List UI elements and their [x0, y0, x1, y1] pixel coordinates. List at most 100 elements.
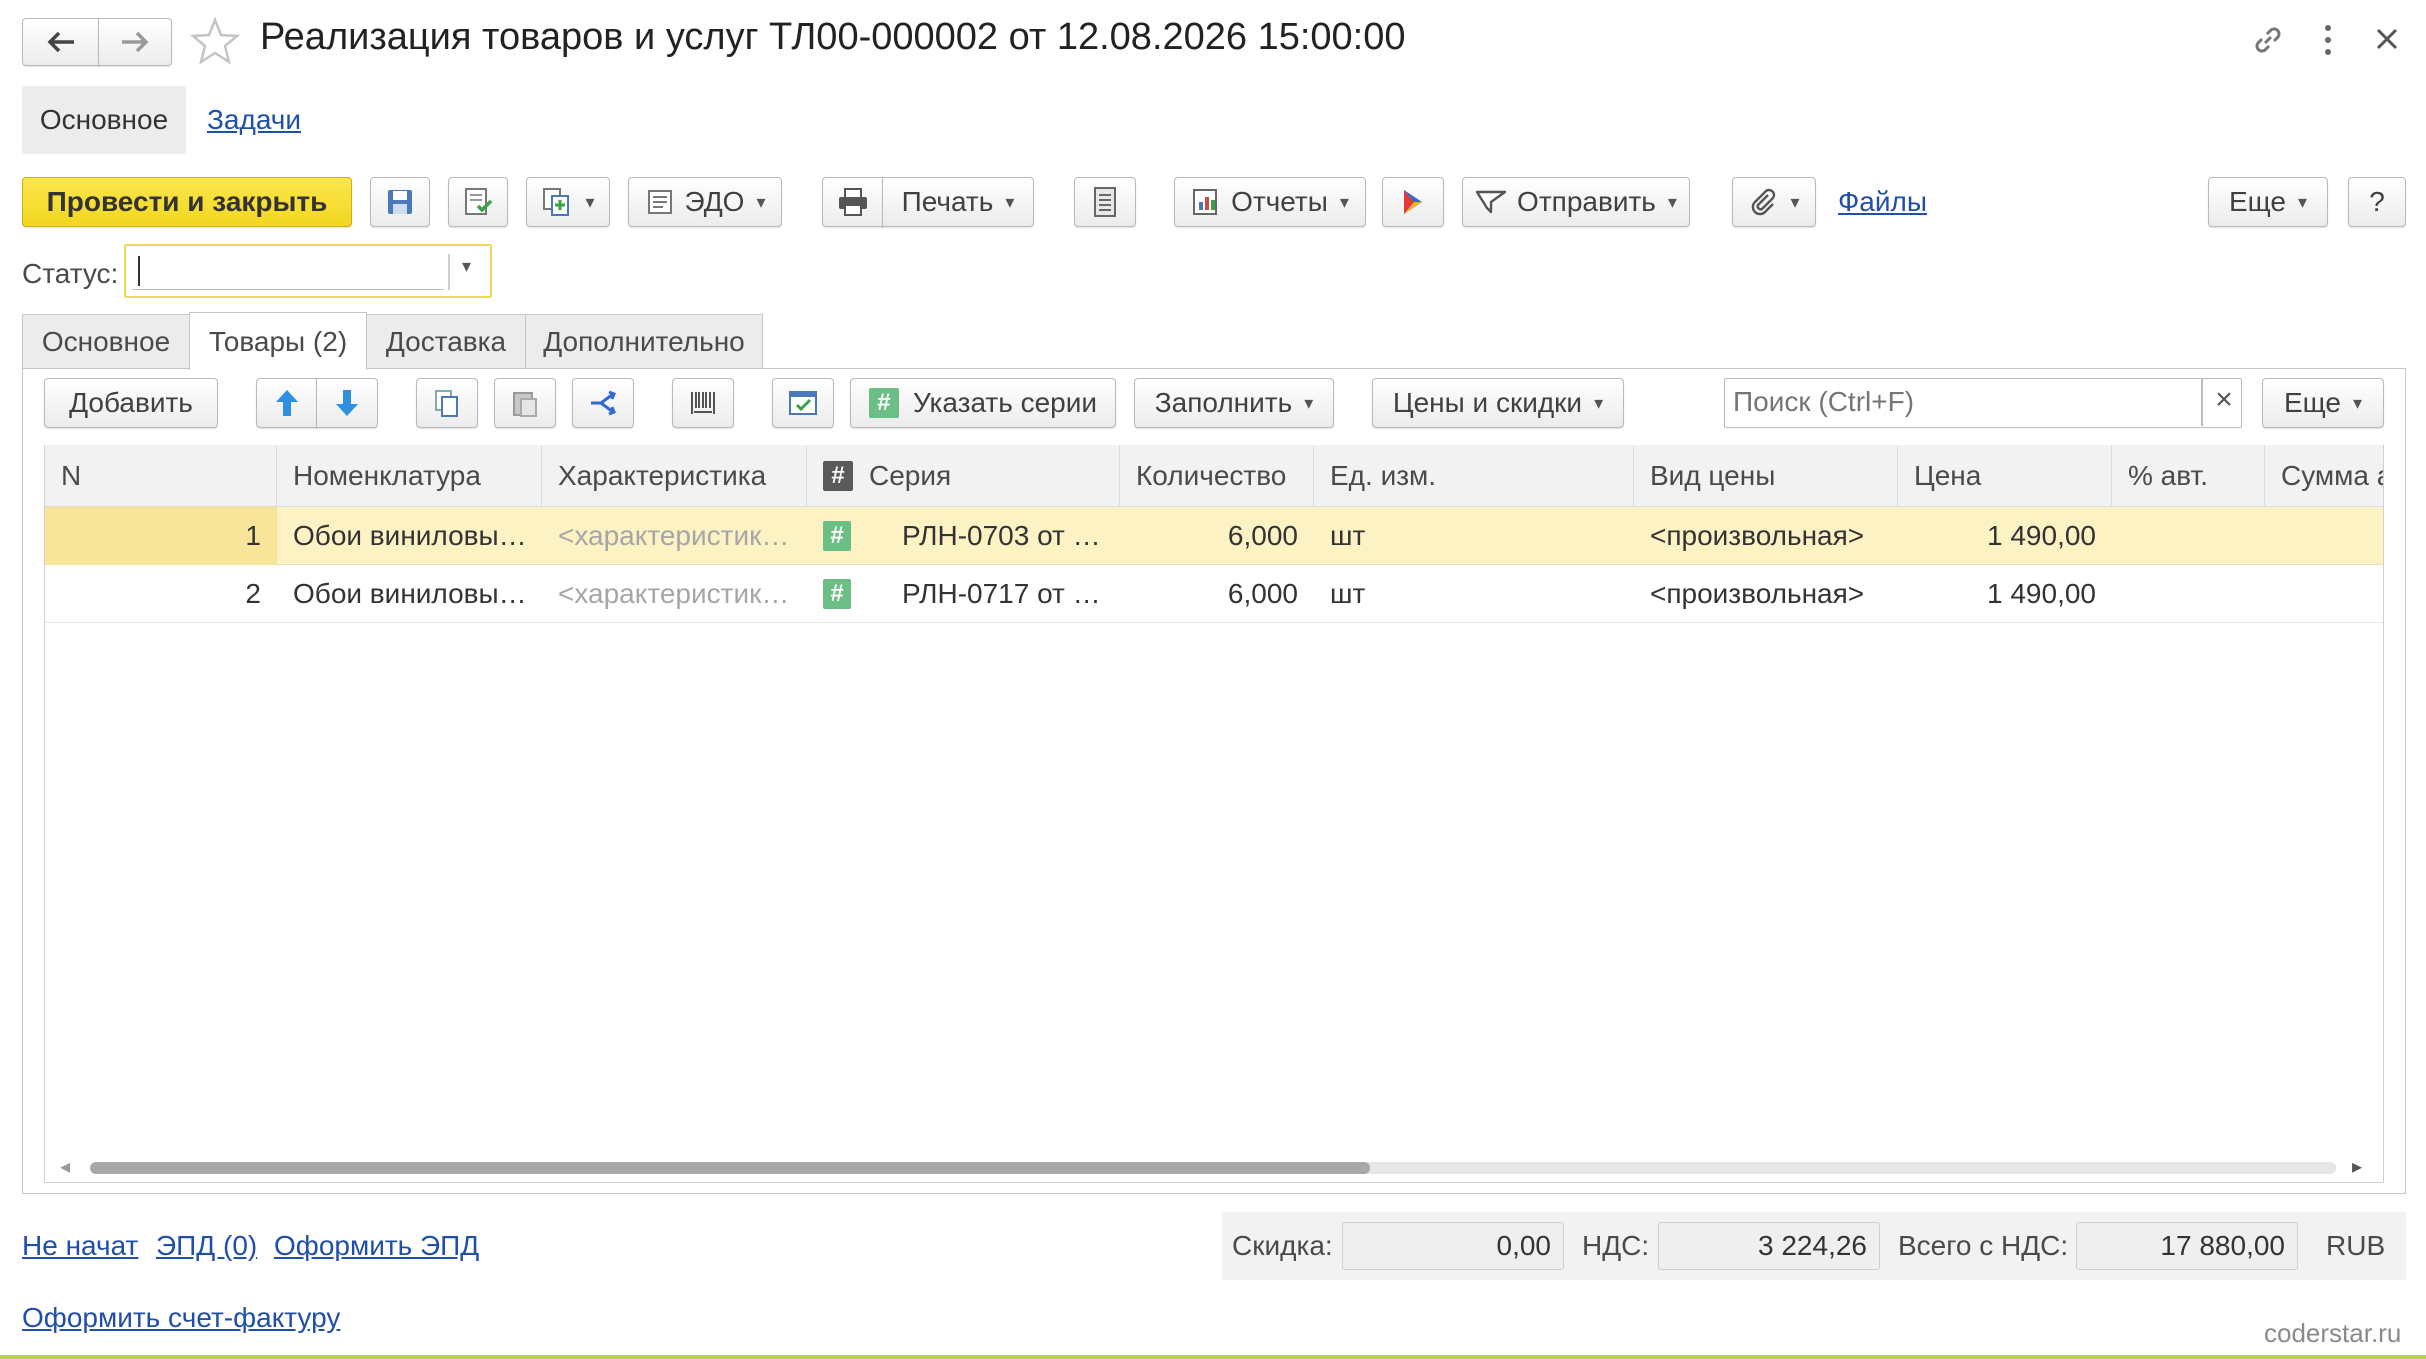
status-input[interactable] [132, 252, 444, 290]
paperclip-icon [1752, 188, 1776, 216]
attach-button[interactable]: ▾ [1732, 177, 1816, 227]
characteristic-cell[interactable]: <характеристик… [542, 565, 807, 623]
star-icon[interactable] [190, 16, 240, 66]
column-header-nomenclature[interactable]: Номенклатура [277, 445, 542, 507]
help-button[interactable]: ? [2348, 177, 2406, 227]
status-field[interactable]: ▾ [124, 244, 492, 298]
prices-discounts-button[interactable]: Цены и скидки ▾ [1372, 378, 1624, 428]
horizontal-scrollbar-thumb[interactable] [90, 1162, 1370, 1174]
clear-search-icon[interactable]: × [2209, 383, 2239, 423]
arrow-right-icon [122, 31, 149, 53]
price-cell[interactable]: 1 490,00 [1898, 565, 2112, 623]
auto-percent-cell[interactable] [2112, 507, 2265, 565]
specify-series-button[interactable]: # Указать серии [850, 378, 1116, 428]
doc-tab-goods[interactable]: Товары (2) [189, 312, 367, 370]
chevron-down-icon: ▾ [1790, 191, 1800, 212]
nomenclature-cell[interactable]: Обои виниловы… [277, 507, 542, 565]
create-based-on-button[interactable]: ▾ [526, 177, 610, 227]
printer-icon [839, 188, 867, 216]
column-header-series[interactable]: # Серия [807, 445, 1120, 507]
hash-icon: # [823, 521, 851, 551]
forward-button[interactable] [98, 18, 172, 66]
move-down-button[interactable] [316, 378, 378, 428]
column-header-characteristic[interactable]: Характеристика [542, 445, 807, 507]
paste-row-button[interactable] [494, 378, 556, 428]
post-document-icon [465, 188, 493, 215]
more-button[interactable]: Еще ▾ [2208, 177, 2328, 227]
nomenclature-cell[interactable]: Обои виниловы… [277, 565, 542, 623]
copy-icon [435, 390, 458, 417]
connect-button[interactable] [1382, 177, 1444, 227]
send-button[interactable]: Отправить ▾ [1462, 177, 1690, 227]
doc-tab-additional[interactable]: Дополнительно [525, 314, 763, 368]
price-cell[interactable]: 1 490,00 [1898, 507, 2112, 565]
print-icon-button[interactable] [822, 177, 884, 227]
more-label: Еще [2228, 186, 2286, 217]
reports-button[interactable]: Отчеты ▾ [1174, 177, 1366, 227]
price-type-cell[interactable]: <произвольная> [1634, 507, 1898, 565]
status-not-started-link[interactable]: Не начат [22, 1230, 138, 1262]
check-button[interactable] [772, 378, 834, 428]
sum-cell[interactable] [2265, 565, 2383, 623]
sum-cell[interactable] [2265, 507, 2383, 565]
back-button[interactable] [22, 18, 100, 66]
nav-tab-tasks[interactable]: Задачи [207, 104, 301, 136]
scroll-left-icon[interactable]: ◂ [60, 1154, 70, 1179]
quantity-cell[interactable]: 6,000 [1120, 507, 1314, 565]
discount-label: Скидка: [1232, 1230, 1333, 1261]
row-number: 2 [245, 578, 261, 609]
specify-series-label: Указать серии [912, 387, 1098, 418]
column-header-price[interactable]: Цена [1898, 445, 2112, 507]
epd-link[interactable]: ЭПД (0) [156, 1230, 257, 1262]
nav-tab-main[interactable]: Основное [22, 86, 186, 154]
auto-percent-cell[interactable] [2112, 565, 2265, 623]
fill-button[interactable]: Заполнить ▾ [1134, 378, 1334, 428]
quantity-cell[interactable]: 6,000 [1120, 565, 1314, 623]
vat-label: НДС: [1582, 1230, 1650, 1261]
close-icon[interactable] [2374, 26, 2400, 52]
edo-label: ЭДО [684, 186, 745, 217]
column-header-quantity[interactable]: Количество [1120, 445, 1314, 507]
column-header-price-type[interactable]: Вид цены [1634, 445, 1898, 507]
paste-icon [513, 392, 537, 417]
column-header-n[interactable]: N [45, 445, 277, 507]
unit-cell[interactable]: шт [1314, 507, 1634, 565]
make-invoice-link[interactable]: Оформить счет-фактуру [22, 1302, 340, 1334]
edo-button[interactable]: ЭДО ▾ [628, 177, 782, 227]
row-number: 1 [245, 520, 261, 551]
characteristic-cell[interactable]: <характеристик… [542, 507, 807, 565]
search-input[interactable] [1725, 379, 2201, 425]
link-icon[interactable] [2250, 22, 2286, 58]
post-button[interactable] [448, 177, 508, 227]
series-header-label: Серия [869, 460, 952, 491]
bottom-border [0, 1355, 2426, 1359]
post-and-close-button[interactable]: Провести и закрыть [22, 177, 352, 227]
barcode-button[interactable] [672, 378, 734, 428]
play-arrow-icon [1404, 190, 1422, 214]
reports-label: Отчеты [1231, 186, 1328, 217]
series-cell[interactable]: РЛН-0717 от … [886, 565, 1120, 623]
journal-button[interactable] [1074, 177, 1136, 227]
distribute-button[interactable] [572, 378, 634, 428]
print-button[interactable]: Печать ▾ [882, 177, 1034, 227]
save-button[interactable] [370, 177, 430, 227]
table-more-button[interactable]: Еще ▾ [2262, 378, 2384, 428]
copy-row-button[interactable] [416, 378, 478, 428]
move-up-button[interactable] [256, 378, 318, 428]
series-cell[interactable]: РЛН-0703 от … [886, 507, 1120, 565]
make-epd-link[interactable]: Оформить ЭПД [274, 1230, 479, 1262]
scroll-right-icon[interactable]: ▸ [2352, 1154, 2362, 1179]
files-link[interactable]: Файлы [1838, 186, 1927, 218]
add-button[interactable]: Добавить [44, 378, 218, 428]
doc-tab-delivery[interactable]: Доставка [366, 314, 526, 368]
column-header-sum[interactable]: Сумма а [2265, 445, 2383, 507]
price-type-cell[interactable]: <произвольная> [1634, 565, 1898, 623]
column-header-unit[interactable]: Ед. изм. [1314, 445, 1634, 507]
arrow-up-icon [276, 390, 298, 416]
create-copy-icon [543, 188, 570, 216]
chevron-down-icon[interactable]: ▾ [462, 256, 471, 277]
more-vertical-icon[interactable] [2318, 22, 2338, 58]
doc-tab-main[interactable]: Основное [22, 314, 190, 368]
unit-cell[interactable]: шт [1314, 565, 1634, 623]
column-header-auto-percent[interactable]: % авт. [2112, 445, 2265, 507]
